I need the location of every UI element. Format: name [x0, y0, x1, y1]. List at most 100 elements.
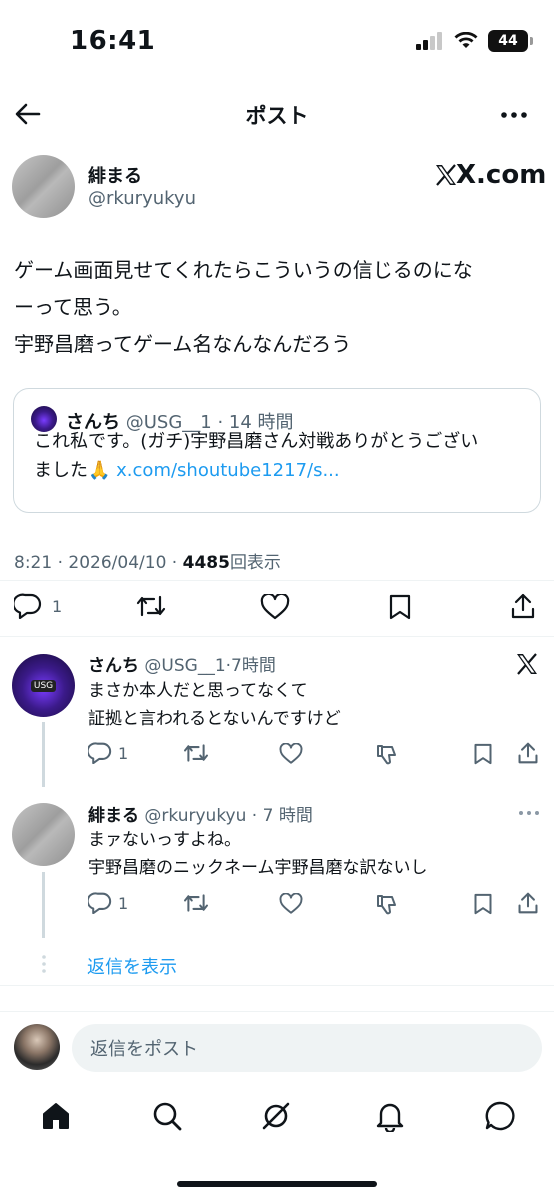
post-text-line: ゲーム画面見せてくれたらこういうの信じるのにな [14, 258, 473, 282]
reply-count: 1 [118, 893, 129, 913]
page-title: ポスト [245, 104, 309, 128]
like-button[interactable] [260, 594, 290, 620]
reply-button[interactable]: 1 [14, 593, 62, 619]
source-domain: X.com [456, 160, 547, 190]
repost-icon [136, 595, 166, 617]
messages-icon[interactable] [484, 1100, 516, 1132]
view-label: 回表示 [229, 553, 281, 573]
quoted-post-card[interactable]: さんち @USG__1 · 14 時間 これ私です。(ガチ)宇野昌磨さん対戦あり… [13, 388, 541, 513]
wifi-icon [454, 32, 478, 50]
share-icon [511, 593, 535, 619]
share-button[interactable] [510, 592, 536, 620]
x-icon [436, 164, 456, 186]
post-time: 8:21 [14, 553, 53, 573]
share-button[interactable] [517, 741, 539, 765]
heart-icon [279, 893, 303, 914]
share-icon [518, 892, 538, 914]
like-button[interactable] [279, 743, 303, 765]
author-name[interactable]: 緋まる [88, 162, 142, 188]
post-date: 2026/04/10 [68, 553, 167, 573]
share-button[interactable] [517, 891, 539, 915]
reply-header: さんち @USG__1·7時間 [88, 656, 276, 676]
thread-line [42, 722, 45, 787]
reply-button[interactable]: 1 [88, 892, 128, 914]
bookmark-icon [389, 594, 411, 620]
thumbs-down-icon [377, 895, 396, 915]
reply-text-line: まさか本人だと思ってなくて [88, 681, 308, 701]
thread-dots [41, 955, 47, 973]
divider [0, 985, 554, 986]
reply-icon [14, 593, 42, 619]
repost-button[interactable] [183, 742, 209, 764]
repost-button[interactable] [136, 593, 166, 619]
post-text-line: 宇野昌磨ってゲーム名なんなんだろう [14, 332, 352, 356]
author-handle[interactable]: @rkuryukyu [88, 188, 196, 209]
bookmark-button[interactable] [473, 892, 493, 916]
divider [0, 1011, 554, 1012]
notifications-bell-icon[interactable] [375, 1100, 405, 1132]
quoted-text-line: ました [34, 460, 88, 481]
reply-author-handle[interactable]: @rkuryukyu [144, 806, 246, 826]
post-text-line: ーって思う。 [14, 295, 132, 319]
view-count: 4485 [182, 553, 230, 573]
thread-line [42, 872, 45, 938]
more-options-icon[interactable] [518, 810, 540, 816]
repost-icon [183, 894, 209, 912]
home-indicator [177, 1181, 377, 1187]
status-time: 16:41 [70, 26, 156, 56]
author-avatar[interactable] [12, 155, 75, 218]
reply-time: 7 時間 [262, 806, 313, 826]
reply-count: 1 [118, 743, 129, 763]
bookmark-icon [474, 893, 492, 915]
battery-icon: 44 [488, 30, 533, 52]
heart-icon [260, 594, 290, 620]
repost-button[interactable] [183, 892, 209, 914]
search-icon[interactable] [152, 1101, 182, 1131]
reply-text-line: まァないっすよね。 [88, 830, 241, 850]
reply-text: まさか本人だと思ってなくて 証拠と言われるとないんですけど [88, 677, 341, 733]
reply-text-line: 宇野昌磨のニックネーム宇野昌磨な訳ないし [88, 858, 428, 878]
dislike-button[interactable] [375, 892, 399, 916]
heart-icon [279, 743, 303, 764]
bookmark-button[interactable] [388, 593, 412, 621]
dislike-button[interactable] [375, 742, 399, 766]
thumbs-down-icon [377, 745, 396, 765]
like-button[interactable] [279, 893, 303, 915]
reply-text-line: 証拠と言われるとないんですけど [88, 709, 341, 729]
reply-count: 1 [52, 596, 63, 616]
cellular-signal-icon [416, 32, 444, 50]
grok-icon[interactable] [260, 1100, 292, 1132]
reply-button[interactable]: 1 [88, 742, 128, 764]
reply-icon [88, 892, 112, 914]
home-icon[interactable] [41, 1101, 71, 1131]
reply-time: 7時間 [231, 656, 276, 676]
reply-text: まァないっすよね。 宇野昌磨のニックネーム宇野昌磨な訳ないし [88, 826, 428, 882]
quoted-text: これ私です。(ガチ)宇野昌磨さん対戦ありがとうござい ました🙏 x.com/sh… [34, 427, 478, 485]
reply-author-avatar[interactable] [12, 803, 75, 866]
bookmark-button[interactable] [473, 742, 493, 766]
repost-icon [183, 744, 209, 762]
reply-author-name[interactable]: 緋まる [88, 806, 139, 826]
quoted-link[interactable]: x.com/shoutube1217/s... [116, 460, 339, 481]
x-logo: X.com [434, 160, 546, 190]
avatar-badge: USG [30, 679, 57, 692]
quoted-text-line: これ私です。(ガチ)宇野昌磨さん対戦ありがとうござい [34, 431, 479, 452]
share-icon [518, 742, 538, 764]
divider [0, 580, 554, 581]
reply-input[interactable]: 返信をポスト [72, 1024, 542, 1072]
reply-author-handle[interactable]: @USG__1 [144, 656, 225, 676]
bookmark-icon [474, 743, 492, 765]
post-meta: 8:21 · 2026/04/10 · 4485回表示 [14, 553, 281, 573]
divider [0, 636, 554, 637]
more-options-icon[interactable] [500, 110, 528, 120]
reply-header: 緋まる @rkuryukyu · 7 時間 [88, 806, 313, 826]
status-icons: 44 [416, 30, 533, 52]
reply-author-name[interactable]: さんち [88, 656, 139, 676]
x-logo-icon [515, 652, 539, 676]
folded-hands-emoji: 🙏 [88, 460, 111, 481]
reply-author-avatar[interactable]: USG [12, 654, 75, 717]
user-avatar[interactable] [14, 1024, 60, 1070]
show-replies-link[interactable]: 返信を表示 [87, 953, 177, 979]
post-text: ゲーム画面見せてくれたらこういうの信じるのにな ーって思う。 宇野昌磨ってゲーム… [14, 252, 544, 363]
reply-icon [88, 742, 112, 764]
